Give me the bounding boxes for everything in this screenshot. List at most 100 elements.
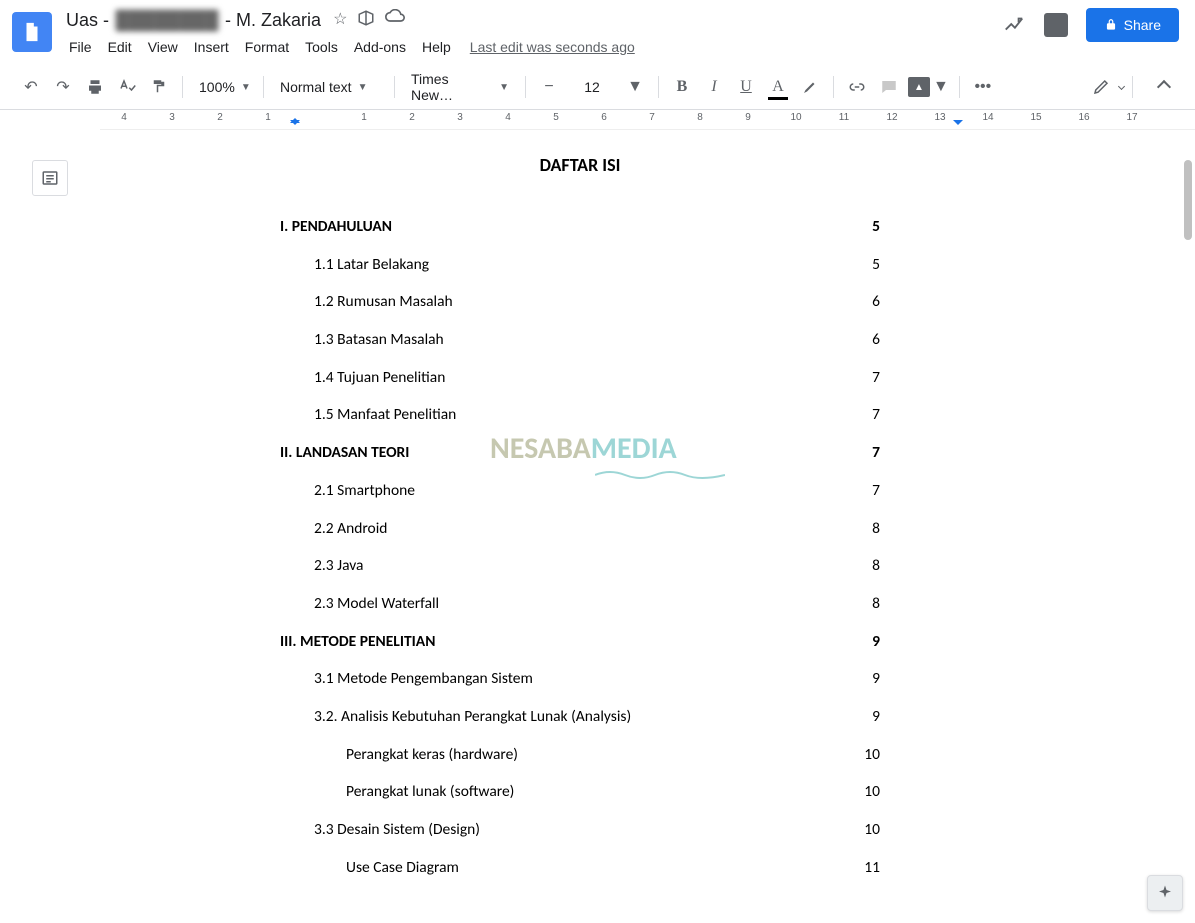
text-color-button[interactable]: A bbox=[765, 74, 791, 100]
toc-row[interactable]: I. PENDAHULUAN 5 bbox=[280, 216, 880, 238]
print-button[interactable] bbox=[82, 74, 108, 100]
separator bbox=[1132, 76, 1133, 98]
activity-icon[interactable] bbox=[1002, 13, 1026, 37]
add-comment-button[interactable] bbox=[876, 74, 902, 100]
menu-file[interactable]: File bbox=[62, 35, 99, 59]
vertical-scrollbar[interactable] bbox=[1184, 160, 1192, 240]
menu-insert[interactable]: Insert bbox=[187, 35, 236, 59]
toc-page: 8 bbox=[850, 555, 880, 577]
cloud-status-icon[interactable] bbox=[385, 9, 405, 32]
insert-image-button[interactable]: ▲▼ bbox=[908, 74, 949, 100]
toc-row[interactable]: Use Case Diagram11 bbox=[346, 857, 880, 879]
toolbar: ↶ ↷ 100%▼ Normal text▼ Times New…▼ − 12 … bbox=[0, 65, 1195, 110]
toc-title: III. METODE PENELITIAN bbox=[280, 631, 435, 653]
horizontal-ruler[interactable]: 43211234567891011121314151617 bbox=[100, 110, 1195, 130]
collapse-toolbar-button[interactable] bbox=[1151, 74, 1177, 100]
font-size-increase[interactable]: ▼ bbox=[622, 74, 648, 100]
toc-title: 1.1 Latar Belakang bbox=[314, 254, 429, 276]
toc-title: I. PENDAHULUAN bbox=[280, 216, 392, 238]
zoom-select[interactable]: 100%▼ bbox=[193, 79, 253, 95]
toc-row[interactable]: 2.2 Android8 bbox=[314, 518, 880, 540]
menu-addons[interactable]: Add-ons bbox=[347, 35, 413, 59]
italic-button[interactable]: I bbox=[701, 74, 727, 100]
docs-logo-icon[interactable] bbox=[12, 12, 52, 52]
indent-left-marker[interactable] bbox=[290, 120, 300, 130]
toc-row[interactable]: Perangkat lunak (software) 10 bbox=[346, 781, 880, 803]
font-select[interactable]: Times New…▼ bbox=[405, 71, 515, 103]
separator bbox=[394, 76, 395, 98]
toc-row[interactable]: 1.1 Latar Belakang 5 bbox=[314, 254, 880, 276]
last-edit-link[interactable]: Last edit was seconds ago bbox=[470, 39, 635, 55]
ruler-mark: 7 bbox=[628, 112, 676, 123]
toc-row[interactable]: 2.3 Model Waterfall8 bbox=[314, 593, 880, 615]
ruler-mark: 11 bbox=[820, 112, 868, 123]
spellcheck-button[interactable] bbox=[114, 74, 140, 100]
toc-title: Perangkat lunak (software) bbox=[346, 781, 514, 803]
toc-row[interactable]: 3.3 Desain Sistem (Design)10 bbox=[314, 819, 880, 841]
ruler-mark: 12 bbox=[868, 112, 916, 123]
toc-title: 3.1 Metode Pengembangan Sistem bbox=[314, 668, 533, 690]
ruler-mark: 9 bbox=[724, 112, 772, 123]
toc-title: 3.2. Analisis Kebutuhan Perangkat Lunak … bbox=[314, 706, 631, 728]
toc-page: 5 bbox=[850, 254, 880, 276]
toc-title: Activity Diagram bbox=[346, 894, 449, 895]
separator bbox=[833, 76, 834, 98]
toc-row[interactable]: Activity Diagram11 bbox=[346, 894, 880, 895]
menu-view[interactable]: View bbox=[141, 35, 185, 59]
show-outline-button[interactable] bbox=[32, 160, 68, 196]
bold-button[interactable]: B bbox=[669, 74, 695, 100]
ruler-mark: 3 bbox=[436, 112, 484, 123]
toc-row[interactable]: 2.1 Smartphone7 bbox=[314, 480, 880, 502]
move-icon[interactable] bbox=[357, 9, 375, 32]
doc-heading: DAFTAR ISI bbox=[280, 154, 880, 176]
font-size-decrease[interactable]: − bbox=[536, 74, 562, 100]
undo-button[interactable]: ↶ bbox=[18, 74, 44, 100]
ruler-mark: 4 bbox=[100, 112, 148, 123]
ruler-mark: 4 bbox=[484, 112, 532, 123]
ruler-mark: 5 bbox=[532, 112, 580, 123]
editing-mode-button[interactable] bbox=[1088, 74, 1114, 100]
highlight-button[interactable] bbox=[797, 74, 823, 100]
redo-button[interactable]: ↷ bbox=[50, 74, 76, 100]
toc-page: 8 bbox=[850, 518, 880, 540]
document-title[interactable]: Uas - ████████ - M. Zakaria bbox=[62, 8, 325, 33]
ruler-mark: 14 bbox=[964, 112, 1012, 123]
toc-row[interactable]: 2.3 Java8 bbox=[314, 555, 880, 577]
document-page[interactable]: DAFTAR ISI I. PENDAHULUAN51.1 Latar Bela… bbox=[100, 130, 970, 895]
ruler-mark: 17 bbox=[1108, 112, 1156, 123]
toc-page: 10 bbox=[850, 781, 880, 803]
toc-row[interactable]: III. METODE PENELITIAN9 bbox=[280, 631, 880, 653]
menu-edit[interactable]: Edit bbox=[101, 35, 139, 59]
indent-right-marker[interactable] bbox=[953, 120, 963, 130]
font-size-select[interactable]: 12 bbox=[568, 79, 616, 95]
menu-tools[interactable]: Tools bbox=[298, 35, 345, 59]
underline-button[interactable]: U bbox=[733, 74, 759, 100]
star-icon[interactable]: ☆ bbox=[333, 9, 347, 32]
paragraph-style-select[interactable]: Normal text▼ bbox=[274, 79, 384, 95]
toc-row[interactable]: 1.4 Tujuan Penelitian7 bbox=[314, 367, 880, 389]
toc-page: 11 bbox=[850, 857, 880, 879]
more-tools-button[interactable]: ••• bbox=[970, 74, 996, 100]
paint-format-button[interactable] bbox=[146, 74, 172, 100]
toc-row[interactable]: Perangkat keras (hardware)10 bbox=[346, 744, 880, 766]
toc-page: 5 bbox=[850, 216, 880, 238]
toc-row[interactable]: 1.5 Manfaat Penelitian7 bbox=[314, 404, 880, 426]
toc-row[interactable]: II. LANDASAN TEORI7 bbox=[280, 442, 880, 464]
toc-row[interactable]: 3.2. Analisis Kebutuhan Perangkat Lunak … bbox=[314, 706, 880, 728]
toc-row[interactable]: 1.3 Batasan Masalah6 bbox=[314, 329, 880, 351]
explore-button[interactable] bbox=[1147, 875, 1183, 911]
separator bbox=[525, 76, 526, 98]
title-redacted: ████████ bbox=[114, 10, 220, 30]
toc-page: 10 bbox=[850, 819, 880, 841]
share-label: Share bbox=[1124, 17, 1161, 33]
share-button[interactable]: Share bbox=[1086, 8, 1179, 42]
toc-title: 2.3 Model Waterfall bbox=[314, 593, 439, 615]
toc-row[interactable]: 1.2 Rumusan Masalah6 bbox=[314, 291, 880, 313]
insert-link-button[interactable] bbox=[844, 74, 870, 100]
comments-icon[interactable] bbox=[1044, 13, 1068, 37]
menu-format[interactable]: Format bbox=[238, 35, 296, 59]
menu-help[interactable]: Help bbox=[415, 35, 458, 59]
toc-page: 6 bbox=[850, 329, 880, 351]
toc-row[interactable]: 3.1 Metode Pengembangan Sistem9 bbox=[314, 668, 880, 690]
title-suffix: - M. Zakaria bbox=[220, 10, 321, 30]
